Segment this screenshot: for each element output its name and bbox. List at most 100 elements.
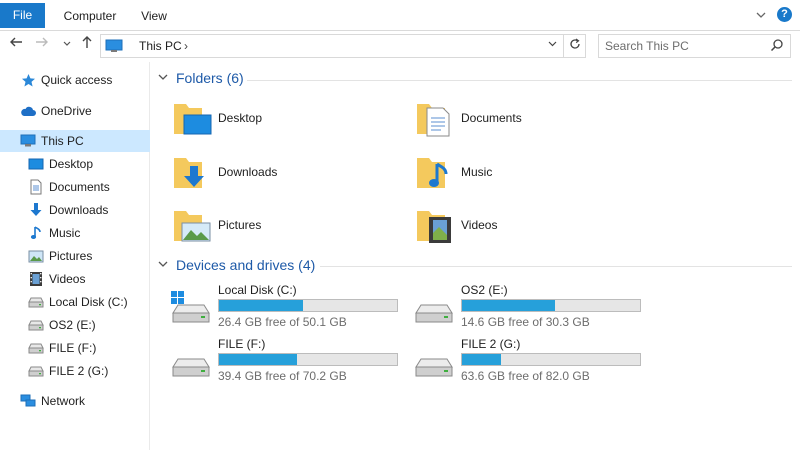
drive-os2-e[interactable]: OS2 (E:) 14.6 GB free of 30.3 GB bbox=[413, 283, 643, 329]
navigation-bar: This PC › bbox=[0, 31, 800, 59]
sidebar-item-label: Downloads bbox=[49, 203, 109, 217]
drive-icon bbox=[413, 345, 453, 379]
sidebar-item-label: This PC bbox=[41, 134, 84, 148]
sidebar-item-this-pc[interactable]: This PC bbox=[0, 130, 150, 152]
sidebar-item-label: Network bbox=[41, 394, 86, 408]
folders-group-title: Folders (6) bbox=[176, 70, 244, 86]
folder-videos[interactable]: Videos bbox=[415, 203, 615, 247]
group-divider bbox=[320, 266, 792, 267]
drive-usage-fill bbox=[219, 354, 298, 365]
drive-usage-fill bbox=[462, 300, 555, 311]
drive-usage-fill bbox=[462, 354, 502, 365]
sidebar-item-local-disk-c[interactable]: Local Disk (C:) bbox=[0, 291, 150, 313]
sidebar-item-label: Desktop bbox=[49, 157, 94, 171]
sidebar-item-os2-e[interactable]: OS2 (E:) bbox=[0, 314, 150, 336]
navigation-pane: Quick access OneDrive This PC Desktop Do… bbox=[0, 62, 150, 450]
folder-label: Music bbox=[461, 165, 493, 179]
desktop-folder-icon bbox=[172, 98, 212, 138]
breadcrumb-separator[interactable]: › bbox=[184, 35, 188, 57]
sidebar-item-music[interactable]: Music bbox=[0, 222, 150, 244]
sidebar-item-label: Music bbox=[49, 226, 81, 240]
arrow-up-icon bbox=[82, 36, 92, 48]
windows-drive-icon bbox=[170, 291, 210, 325]
drive-icon bbox=[413, 291, 453, 325]
search-input[interactable] bbox=[605, 38, 765, 54]
arrow-right-icon bbox=[36, 37, 48, 47]
content-pane: Folders (6) Desktop Documents Downloads … bbox=[152, 62, 800, 450]
folder-desktop[interactable]: Desktop bbox=[172, 96, 372, 140]
folder-downloads[interactable]: Downloads bbox=[172, 150, 372, 194]
drive-name: Local Disk (C:) bbox=[218, 283, 297, 297]
sidebar-item-desktop[interactable]: Desktop bbox=[0, 153, 150, 175]
drive-usage-bar bbox=[461, 353, 641, 366]
tab-file[interactable]: File bbox=[0, 3, 45, 28]
ribbon-controls: ? bbox=[755, 7, 792, 22]
address-bar[interactable]: This PC › bbox=[100, 34, 586, 58]
folder-label: Desktop bbox=[218, 111, 263, 125]
sidebar-item-downloads[interactable]: Downloads bbox=[0, 199, 150, 221]
drive-free-space: 39.4 GB free of 70.2 GB bbox=[218, 369, 347, 383]
chevron-down-icon[interactable] bbox=[158, 72, 170, 85]
drive-icon bbox=[28, 294, 44, 310]
sidebar-item-label: FILE 2 (G:) bbox=[49, 364, 109, 378]
network-icon bbox=[20, 393, 36, 409]
up-button[interactable] bbox=[78, 35, 96, 55]
refresh-icon bbox=[569, 38, 580, 49]
star-icon bbox=[20, 72, 36, 88]
folder-label: Downloads bbox=[218, 165, 278, 179]
drive-icon bbox=[28, 363, 44, 379]
videos-icon bbox=[28, 271, 44, 287]
sidebar-item-file-2-g[interactable]: FILE 2 (G:) bbox=[0, 360, 150, 382]
chevron-down-icon[interactable] bbox=[158, 259, 170, 272]
music-folder-icon bbox=[415, 152, 453, 192]
documents-icon bbox=[28, 179, 44, 195]
sidebar-item-documents[interactable]: Documents bbox=[0, 176, 150, 198]
breadcrumb-this-pc[interactable]: This PC bbox=[139, 35, 182, 57]
folder-music[interactable]: Music bbox=[415, 150, 615, 194]
documents-folder-icon bbox=[415, 98, 453, 138]
address-dropdown-icon[interactable] bbox=[548, 35, 557, 57]
sidebar-item-label: FILE (F:) bbox=[49, 341, 97, 355]
drive-name: OS2 (E:) bbox=[461, 283, 508, 297]
tab-computer[interactable]: Computer bbox=[56, 4, 124, 28]
sidebar-item-label: OS2 (E:) bbox=[49, 318, 96, 332]
drive-free-space: 63.6 GB free of 82.0 GB bbox=[461, 369, 590, 383]
computer-icon bbox=[105, 39, 123, 56]
drive-usage-bar bbox=[218, 299, 398, 312]
drive-local-disk-c[interactable]: Local Disk (C:) 26.4 GB free of 50.1 GB bbox=[170, 283, 400, 329]
download-icon bbox=[28, 202, 44, 218]
drive-name: FILE (F:) bbox=[218, 337, 266, 351]
expand-ribbon-icon[interactable] bbox=[755, 9, 767, 21]
sidebar-item-pictures[interactable]: Pictures bbox=[0, 245, 150, 267]
sidebar-item-onedrive[interactable]: OneDrive bbox=[0, 100, 150, 122]
sidebar-item-file-f[interactable]: FILE (F:) bbox=[0, 337, 150, 359]
sidebar-item-label: Local Disk (C:) bbox=[49, 295, 128, 309]
refresh-button[interactable] bbox=[563, 35, 585, 57]
sidebar-item-network[interactable]: Network bbox=[0, 390, 150, 412]
folder-documents[interactable]: Documents bbox=[415, 96, 615, 140]
tab-view[interactable]: View bbox=[135, 4, 173, 28]
folder-pictures[interactable]: Pictures bbox=[172, 203, 372, 247]
forward-button[interactable] bbox=[33, 35, 51, 55]
drive-icon bbox=[28, 317, 44, 333]
recent-locations-button[interactable] bbox=[58, 35, 76, 55]
search-box[interactable] bbox=[598, 34, 791, 58]
drive-usage-bar bbox=[218, 353, 398, 366]
drives-group-header[interactable]: Devices and drives (4) bbox=[158, 257, 315, 273]
drive-usage-bar bbox=[461, 299, 641, 312]
drive-file-2-g[interactable]: FILE 2 (G:) 63.6 GB free of 82.0 GB bbox=[413, 337, 643, 383]
computer-icon bbox=[20, 133, 36, 149]
music-icon bbox=[28, 225, 44, 241]
folders-group-header[interactable]: Folders (6) bbox=[158, 70, 244, 86]
drive-file-f[interactable]: FILE (F:) 39.4 GB free of 70.2 GB bbox=[170, 337, 400, 383]
help-button[interactable]: ? bbox=[777, 7, 792, 22]
folder-label: Documents bbox=[461, 111, 522, 125]
back-button[interactable] bbox=[7, 35, 25, 55]
drive-icon bbox=[170, 345, 210, 379]
sidebar-item-quick-access[interactable]: Quick access bbox=[0, 69, 150, 91]
drives-group-title: Devices and drives (4) bbox=[176, 257, 316, 273]
sidebar-item-videos[interactable]: Videos bbox=[0, 268, 150, 290]
sidebar-item-label: Documents bbox=[49, 180, 110, 194]
search-icon[interactable] bbox=[770, 38, 784, 55]
arrow-left-icon bbox=[10, 37, 22, 47]
